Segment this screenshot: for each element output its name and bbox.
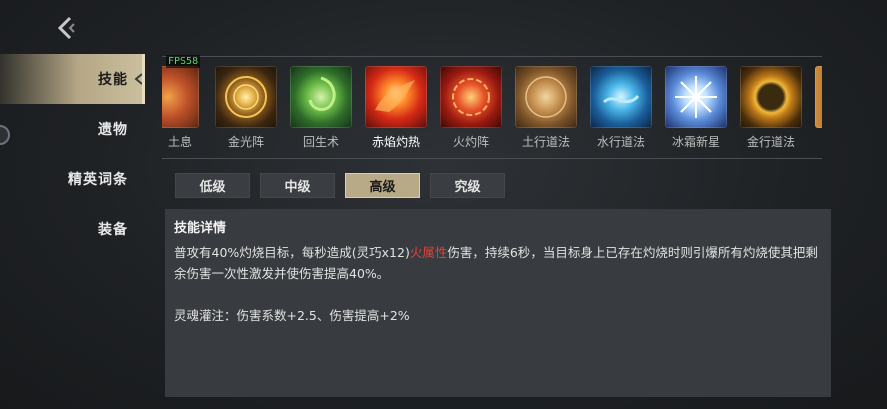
frost-nova-icon bbox=[665, 66, 727, 128]
back-arrow-icon bbox=[57, 16, 75, 40]
detail-description: 普攻有40%灼烧目标，每秒造成(灵巧x12)火属性伤害，持续6秒，当目标身上已存… bbox=[174, 242, 822, 284]
skill-fire-burn-array[interactable]: 火灼阵 bbox=[439, 66, 503, 150]
skill-label: 金光阵 bbox=[227, 135, 264, 149]
skill-earth-breath[interactable]: 土息 bbox=[162, 66, 200, 150]
skill-label: 土息 bbox=[167, 135, 192, 149]
nav-item-equipment[interactable]: 装备 bbox=[0, 204, 142, 254]
nav-item-label: 装备 bbox=[98, 222, 128, 238]
skill-label: 回生术 bbox=[302, 135, 339, 149]
partial-skill-icon bbox=[815, 66, 822, 128]
detail-title: 技能详情 bbox=[174, 221, 227, 236]
nav-item-label: 遗物 bbox=[98, 122, 128, 138]
soul-infusion-bonus: 灵魂灌注：伤害系数+2.5、伤害提高+2% bbox=[174, 308, 410, 323]
tab-mid-level[interactable]: 中级 bbox=[260, 173, 335, 198]
tab-high-level[interactable]: 高级 bbox=[345, 173, 420, 198]
fire-burn-array-icon bbox=[440, 66, 502, 128]
divider bbox=[162, 56, 822, 57]
fps-counter: FPS58 bbox=[166, 55, 201, 68]
revival-art-icon bbox=[290, 66, 352, 128]
back-button[interactable] bbox=[50, 12, 82, 44]
skill-revival-art[interactable]: 回生术 bbox=[289, 66, 353, 150]
skill-water-taoism[interactable]: 水行道法 bbox=[589, 66, 653, 150]
earth-breath-icon bbox=[162, 66, 199, 128]
skill-frost-nova[interactable]: 冰霜新星 bbox=[664, 66, 728, 150]
skill-label: 冰霜新星 bbox=[671, 135, 720, 149]
water-taoism-icon bbox=[590, 66, 652, 128]
skill-golden-light-array[interactable]: 金光阵 bbox=[214, 66, 278, 150]
skill-crimson-flame-scorch[interactable]: 赤焰灼热 bbox=[364, 66, 428, 150]
skill-label: 火灼阵 bbox=[452, 135, 489, 149]
desc-highlight: 火属性 bbox=[409, 245, 448, 260]
nav-item-label: 精英词条 bbox=[68, 172, 128, 188]
skill-label: 赤焰灼热 bbox=[371, 135, 420, 149]
nav-item-relics[interactable]: 遗物 bbox=[0, 104, 142, 154]
skill-metal-taoism[interactable]: 金行道法 bbox=[739, 66, 803, 150]
tab-low-level[interactable]: 低级 bbox=[175, 173, 250, 198]
crimson-flame-scorch-icon bbox=[365, 66, 427, 128]
side-nav: 技能 遗物 精英词条 装备 bbox=[0, 54, 145, 254]
tab-ultimate-level[interactable]: 究级 bbox=[430, 173, 505, 198]
desc-text: 普攻有40%灼烧目标，每秒造成(灵巧x12) bbox=[174, 245, 410, 260]
skill-partial-next[interactable] bbox=[814, 66, 822, 128]
skill-label: 水行道法 bbox=[596, 135, 645, 149]
skill-label: 金行道法 bbox=[746, 135, 795, 149]
nav-item-skills[interactable]: 技能 bbox=[0, 54, 145, 104]
nav-item-elite-affixes[interactable]: 精英词条 bbox=[0, 154, 142, 204]
divider bbox=[162, 158, 822, 159]
skill-label: 土行道法 bbox=[521, 135, 570, 149]
skill-detail-panel: 技能详情 普攻有40%灼烧目标，每秒造成(灵巧x12)火属性伤害，持续6秒，当目… bbox=[165, 209, 831, 397]
level-tabs: 低级 中级 高级 究级 bbox=[175, 173, 505, 198]
metal-taoism-icon bbox=[740, 66, 802, 128]
golden-light-array-icon bbox=[215, 66, 277, 128]
earth-taoism-icon bbox=[515, 66, 577, 128]
nav-item-label: 技能 bbox=[98, 72, 128, 88]
skill-strip[interactable]: 土息 金光阵 回生术 赤焰灼热 火灼阵 土行道法 水行道法 冰霜新星 金行道法 bbox=[162, 62, 822, 154]
chevron-left-icon bbox=[134, 73, 143, 85]
skill-earth-taoism[interactable]: 土行道法 bbox=[514, 66, 578, 150]
